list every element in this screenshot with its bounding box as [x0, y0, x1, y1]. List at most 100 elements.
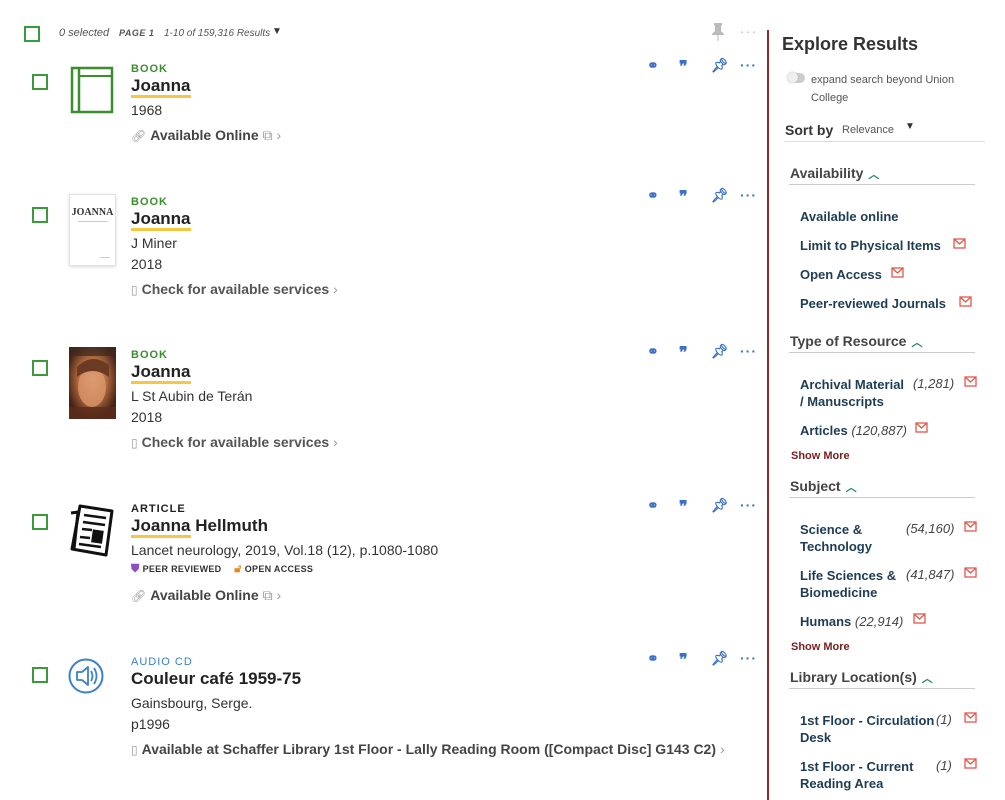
exclude-icon[interactable] [959, 296, 972, 307]
more-options-icon[interactable]: ··· [740, 23, 757, 39]
chevron-right-icon: › [333, 434, 338, 450]
chevron-up-icon: ︿ [868, 169, 880, 181]
show-more-link[interactable]: Show More [791, 450, 850, 462]
facet-item[interactable]: Articles (120,887) [800, 422, 907, 439]
facet-item[interactable]: 1st Floor - Circulation Desk [800, 712, 935, 746]
pin-icon[interactable]: 📌︎ [711, 187, 729, 204]
more-actions-icon[interactable]: ··· [740, 57, 757, 73]
selected-count: 0 selected [59, 27, 110, 39]
facet-item[interactable]: Open Access [800, 266, 882, 283]
facet-location-heading[interactable]: Library Location(s) ︿ [790, 669, 933, 686]
result-checkbox[interactable] [32, 667, 48, 683]
result-checkbox[interactable] [32, 514, 48, 530]
exclude-icon[interactable] [964, 567, 977, 578]
result-checkbox[interactable] [32, 360, 48, 376]
result-badges: ⛊ PEER REVIEWED 🔓︎ OPEN ACCESS [131, 563, 314, 575]
facet-count: (1) [936, 758, 952, 773]
resource-type: BOOK [131, 63, 168, 75]
result-author: L St Aubin de Terán [131, 388, 253, 404]
facet-availability-heading[interactable]: Availability ︿ [790, 165, 879, 182]
link-icon: 🔗︎ [131, 129, 147, 143]
exclude-icon[interactable] [915, 422, 928, 433]
peer-reviewed-icon: ⛊ [131, 563, 140, 575]
result-title[interactable]: Joanna [131, 209, 191, 231]
cover-thumbnail[interactable]: JOANNA [69, 194, 116, 266]
availability-link[interactable]: ▯ Check for available services › [131, 434, 338, 450]
result-author: J Miner [131, 235, 177, 251]
citation-icon[interactable]: ❞ [679, 497, 688, 517]
chevron-right-icon: › [720, 741, 725, 757]
chevron-up-icon: ︿ [911, 337, 923, 349]
expand-search-toggle[interactable] [787, 72, 805, 83]
open-access-icon: 🔓︎ [234, 563, 242, 575]
facet-item[interactable]: Archival Material / Manuscripts [800, 376, 905, 410]
show-more-link[interactable]: Show More [791, 641, 850, 653]
book-icon [70, 66, 114, 114]
results-dropdown-icon[interactable]: ▼ [272, 26, 282, 37]
facet-item[interactable]: Limit to Physical Items [800, 237, 941, 254]
cover-thumbnail[interactable] [69, 347, 116, 419]
exclude-icon[interactable] [891, 267, 904, 278]
exclude-icon[interactable] [964, 521, 977, 532]
more-actions-icon[interactable]: ··· [740, 497, 757, 513]
permalink-icon[interactable]: ⚭ [647, 57, 659, 74]
chevron-down-icon[interactable]: ▼ [905, 121, 915, 132]
shelf-icon: ▯ [131, 436, 138, 450]
results-toolbar: 0 selected PAGE 1 1-10 of 159,316 Result… [0, 20, 760, 48]
sidebar-title: Explore Results [782, 34, 919, 54]
facet-subject-heading[interactable]: Subject ︿ [790, 478, 857, 495]
facet-item[interactable]: Peer-reviewed Journals [800, 295, 946, 312]
citation-icon[interactable]: ❞ [679, 650, 688, 670]
pin-icon[interactable]: 📌︎ [711, 57, 729, 74]
availability-link[interactable]: 🔗︎ Available Online ⧉ › [131, 127, 281, 144]
availability-link[interactable]: 🔗︎ Available Online ⧉ › [131, 587, 281, 604]
sort-select[interactable]: Relevance [842, 124, 894, 136]
exclude-icon[interactable] [953, 238, 966, 249]
result-title[interactable]: Joanna Hellmuth [131, 516, 268, 538]
result-title[interactable]: Joanna [131, 362, 191, 384]
exclude-icon[interactable] [964, 758, 977, 769]
citation-icon[interactable]: ❞ [679, 343, 688, 363]
select-all-checkbox[interactable] [24, 26, 40, 42]
permalink-icon[interactable]: ⚭ [647, 497, 659, 514]
exclude-icon[interactable] [964, 376, 977, 387]
result-checkbox[interactable] [32, 74, 48, 90]
divider [789, 688, 975, 689]
permalink-icon[interactable]: ⚭ [647, 650, 659, 667]
external-link-icon: ⧉ › [262, 127, 282, 143]
result-source: Lancet neurology, 2019, Vol.18 (12), p.1… [131, 542, 439, 558]
result-actions: ⚭ ❞ 📌︎ ··· [645, 57, 757, 77]
pin-icon[interactable] [710, 22, 726, 42]
facet-count: (1) [936, 712, 952, 727]
facet-item[interactable]: Humans (22,914) [800, 613, 903, 630]
facet-item[interactable]: Science & Technology [800, 521, 890, 555]
citation-icon[interactable]: ❞ [679, 57, 688, 77]
facet-item[interactable]: Life Sciences & Biomedicine [800, 567, 900, 601]
permalink-icon[interactable]: ⚭ [647, 343, 659, 360]
more-actions-icon[interactable]: ··· [740, 650, 757, 666]
pin-icon[interactable]: 📌︎ [711, 497, 729, 514]
facets-sidebar: Explore Results expand search beyond Uni… [775, 0, 1005, 800]
result-checkbox[interactable] [32, 207, 48, 223]
exclude-icon[interactable] [913, 613, 926, 624]
result-date: p1996 [131, 716, 170, 732]
citation-icon[interactable]: ❞ [679, 187, 688, 207]
facet-resource-heading[interactable]: Type of Resource ︿ [790, 333, 922, 350]
pin-icon[interactable]: 📌︎ [711, 650, 729, 667]
more-actions-icon[interactable]: ··· [740, 187, 757, 203]
shelf-icon: ▯ [131, 743, 138, 757]
permalink-icon[interactable]: ⚭ [647, 187, 659, 204]
resource-type: ARTICLE [131, 503, 186, 515]
availability-link[interactable]: ▯ Check for available services › [131, 281, 338, 297]
exclude-icon[interactable] [964, 712, 977, 723]
pin-icon[interactable]: 📌︎ [711, 343, 729, 360]
sort-label: Sort by [785, 122, 834, 138]
result-title[interactable]: Couleur café 1959-75 [131, 669, 301, 689]
facet-item[interactable]: 1st Floor - Current Reading Area [800, 758, 920, 792]
facet-count: (41,847) [906, 567, 955, 582]
availability-link[interactable]: ▯ Available at Schaffer Library 1st Floor… [131, 741, 725, 757]
more-actions-icon[interactable]: ··· [740, 343, 757, 359]
result-actions: ⚭ ❞ 📌︎ ··· [645, 343, 757, 363]
facet-item[interactable]: Available online [800, 208, 899, 225]
result-title[interactable]: Joanna [131, 76, 191, 98]
